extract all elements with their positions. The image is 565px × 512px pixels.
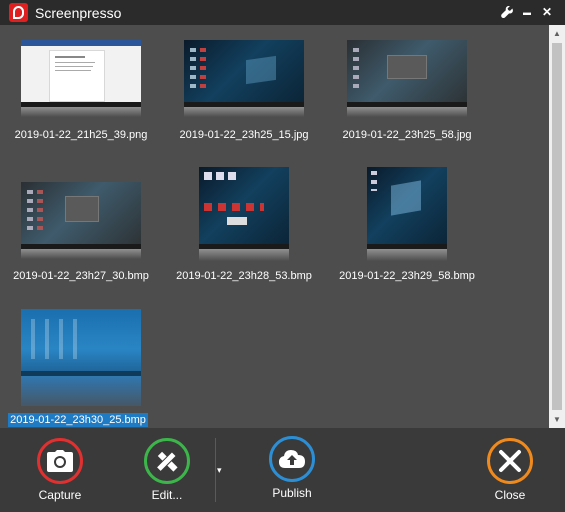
thumbnail-filename: 2019-01-22_23h25_58.jpg (342, 129, 472, 141)
gallery-area: 2019-01-22_21h25_39.png 2019-01-22_23h25… (0, 25, 549, 428)
window-title: Screenpresso (35, 5, 122, 21)
thumbnail-image (184, 40, 304, 107)
scroll-down-arrow-icon[interactable]: ▼ (549, 411, 565, 428)
close-circle (487, 438, 533, 484)
vertical-scrollbar[interactable]: ▲ ▼ (549, 25, 565, 428)
capture-button[interactable]: Capture (15, 438, 105, 502)
thumbnail-filename: 2019-01-22_23h27_30.bmp (13, 270, 149, 282)
thumbnail-image (21, 40, 141, 107)
edit-button[interactable]: Edit... (122, 438, 212, 502)
thumbnail-image (21, 309, 141, 376)
thumbnail-filename: 2019-01-22_23h28_53.bmp (176, 270, 312, 282)
scroll-up-arrow-icon[interactable]: ▲ (549, 25, 565, 42)
close-label: Close (494, 488, 526, 502)
scroll-thumb[interactable] (552, 43, 562, 410)
thumbnail-filename: 2019-01-22_21h25_39.png (14, 129, 148, 141)
publish-label: Publish (272, 486, 312, 500)
dropdown-arrow-icon[interactable]: ▾ (217, 465, 229, 475)
thumbnail-filename: 2019-01-22_23h25_15.jpg (179, 129, 309, 141)
close-button[interactable]: Close (465, 438, 555, 502)
thumbnail-image (347, 40, 467, 107)
capture-circle (37, 438, 83, 484)
thumbnail-filename: 2019-01-22_23h29_58.bmp (339, 270, 475, 282)
minimize-button[interactable]: ▬ (519, 4, 535, 20)
bottom-toolbar: Capture Edit... ▾ Publish Close (0, 428, 565, 512)
toolbar-divider (215, 438, 216, 502)
close-window-button[interactable]: ✕ (539, 4, 555, 20)
thumbnail-image (21, 182, 141, 249)
publish-button[interactable]: Publish (247, 436, 337, 500)
publish-circle (269, 436, 315, 482)
pencil-ruler-icon (155, 451, 178, 473)
capture-label: Capture (38, 488, 82, 502)
camera-icon (47, 450, 73, 472)
edit-label: Edit... (151, 488, 183, 502)
edit-circle (144, 438, 190, 484)
close-x-icon (499, 450, 521, 472)
thumbnail-filename: 2019-01-22_23h30_25.bmp (8, 413, 148, 427)
screenpresso-logo-icon (9, 3, 28, 22)
wrench-icon[interactable] (499, 4, 515, 20)
cloud-upload-icon (279, 450, 305, 468)
thumbnail-image (199, 167, 289, 249)
thumbnail-image (367, 167, 447, 249)
title-bar: Screenpresso ▬ ✕ (0, 0, 565, 25)
